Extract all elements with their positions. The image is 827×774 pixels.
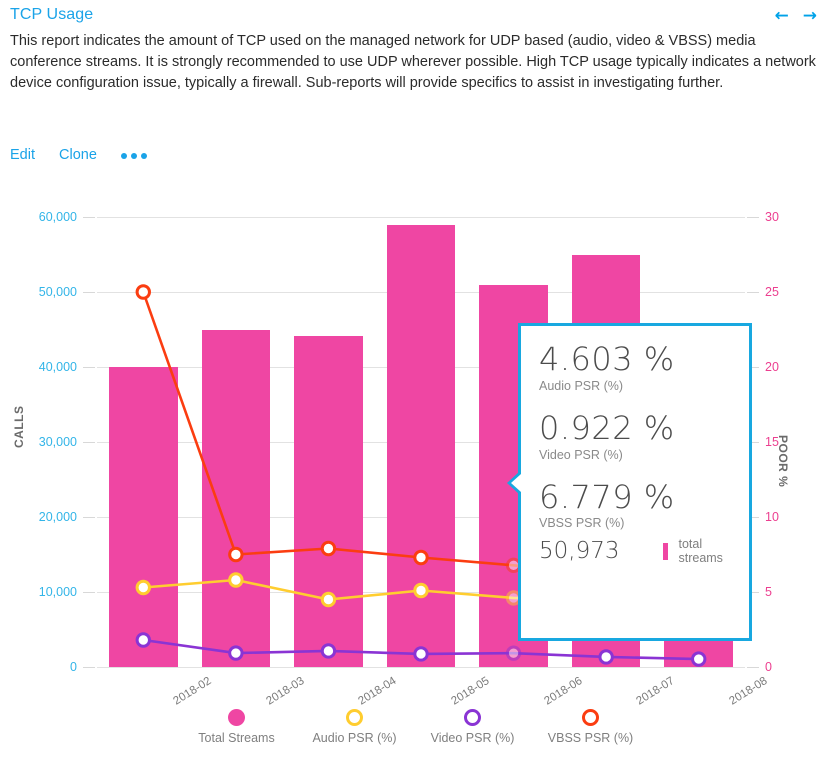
y-axis-left-tick-label: 50,000 bbox=[39, 285, 77, 299]
tooltip-row-audio: 4.603 % Audio PSR (%) bbox=[521, 326, 749, 393]
tick-mark bbox=[83, 442, 95, 443]
y-axis-left-tick-label: 0 bbox=[70, 660, 77, 674]
y-axis-left-title: CALLS bbox=[12, 406, 26, 449]
legend-marker-icon bbox=[582, 709, 599, 726]
y-axis-right-tick-label: 30 bbox=[765, 210, 779, 224]
tooltip-value: 6.779 % bbox=[539, 480, 749, 516]
tooltip-label: VBSS PSR (%) bbox=[539, 516, 749, 530]
chart-legend: Total Streams Audio PSR (%) Video PSR (%) V… bbox=[0, 709, 827, 745]
legend-marker-icon bbox=[464, 709, 481, 726]
bar-total-streams[interactable] bbox=[202, 330, 271, 667]
gridline bbox=[97, 667, 745, 668]
bar-total-streams[interactable] bbox=[294, 336, 363, 667]
legend-marker-icon bbox=[346, 709, 363, 726]
chart-tooltip: 4.603 % Audio PSR (%) 0.922 % Video PSR … bbox=[518, 323, 752, 641]
y-axis-right-tick-label: 0 bbox=[765, 660, 772, 674]
y-axis-left-tick-label: 20,000 bbox=[39, 510, 77, 524]
edit-button[interactable]: Edit bbox=[10, 147, 35, 163]
navigation-arrows: ← → bbox=[775, 8, 818, 25]
tooltip-row-total: 50,973 total streams bbox=[521, 530, 749, 565]
bar-total-streams[interactable] bbox=[387, 225, 456, 668]
legend-label: Video PSR (%) bbox=[431, 731, 515, 745]
page-title: TCP Usage bbox=[10, 6, 93, 24]
legend-item-vbss-psr[interactable]: VBSS PSR (%) bbox=[532, 709, 650, 745]
x-axis-tick-label: 2018-05 bbox=[449, 675, 491, 708]
total-streams-swatch-icon bbox=[663, 543, 668, 560]
y-axis-right-tick-label: 25 bbox=[765, 285, 779, 299]
tooltip-total-value: 50,973 bbox=[539, 538, 619, 564]
x-axis-tick-label: 2018-06 bbox=[542, 675, 584, 708]
legend-marker-icon bbox=[228, 709, 245, 726]
y-axis-right-tick-label: 15 bbox=[765, 435, 779, 449]
x-axis-tick-label: 2018-03 bbox=[264, 675, 306, 708]
legend-item-total-streams[interactable]: Total Streams bbox=[178, 709, 296, 745]
tick-mark bbox=[747, 292, 759, 293]
tooltip-value: 4.603 % bbox=[539, 342, 749, 378]
x-axis-tick-label: 2018-04 bbox=[357, 675, 399, 708]
x-axis-tick-label: 2018-08 bbox=[727, 675, 769, 708]
clone-button[interactable]: Clone bbox=[59, 147, 97, 163]
tick-mark bbox=[83, 217, 95, 218]
tooltip-row-vbss: 6.779 % VBSS PSR (%) bbox=[521, 462, 749, 531]
gridline bbox=[97, 217, 745, 218]
legend-label: Audio PSR (%) bbox=[312, 731, 396, 745]
tick-mark bbox=[747, 217, 759, 218]
legend-item-audio-psr[interactable]: Audio PSR (%) bbox=[296, 709, 414, 745]
tooltip-total-label: total streams bbox=[678, 537, 735, 565]
y-axis-left-tick-label: 30,000 bbox=[39, 435, 77, 449]
tick-mark bbox=[83, 592, 95, 593]
y-axis-right-tick-label: 20 bbox=[765, 360, 779, 374]
tick-mark bbox=[83, 292, 95, 293]
legend-item-video-psr[interactable]: Video PSR (%) bbox=[414, 709, 532, 745]
arrow-left-icon[interactable]: ← bbox=[775, 8, 789, 25]
y-axis-right-tick-label: 10 bbox=[765, 510, 779, 524]
tick-mark bbox=[83, 667, 95, 668]
arrow-right-icon[interactable]: → bbox=[803, 8, 817, 25]
ellipsis-icon[interactable] bbox=[121, 151, 147, 159]
legend-label: Total Streams bbox=[198, 731, 274, 745]
tooltip-label: Audio PSR (%) bbox=[539, 379, 749, 393]
x-axis-tick-label: 2018-02 bbox=[172, 675, 214, 708]
tick-mark bbox=[83, 517, 95, 518]
tooltip-row-video: 0.922 % Video PSR (%) bbox=[521, 393, 749, 462]
x-axis-tick-label: 2018-07 bbox=[635, 675, 677, 708]
legend-label: VBSS PSR (%) bbox=[548, 731, 633, 745]
bar-total-streams[interactable] bbox=[109, 367, 178, 667]
tick-mark bbox=[747, 667, 759, 668]
tick-mark bbox=[83, 367, 95, 368]
y-axis-left-tick-label: 60,000 bbox=[39, 210, 77, 224]
y-axis-left-tick-label: 40,000 bbox=[39, 360, 77, 374]
tooltip-pointer-icon bbox=[507, 471, 520, 495]
report-description: This report indicates the amount of TCP … bbox=[10, 31, 818, 94]
y-axis-right-tick-label: 5 bbox=[765, 585, 772, 599]
y-axis-left-tick-label: 10,000 bbox=[39, 585, 77, 599]
tooltip-value: 0.922 % bbox=[539, 411, 749, 447]
command-bar: Edit Clone bbox=[10, 147, 147, 163]
tooltip-label: Video PSR (%) bbox=[539, 448, 749, 462]
